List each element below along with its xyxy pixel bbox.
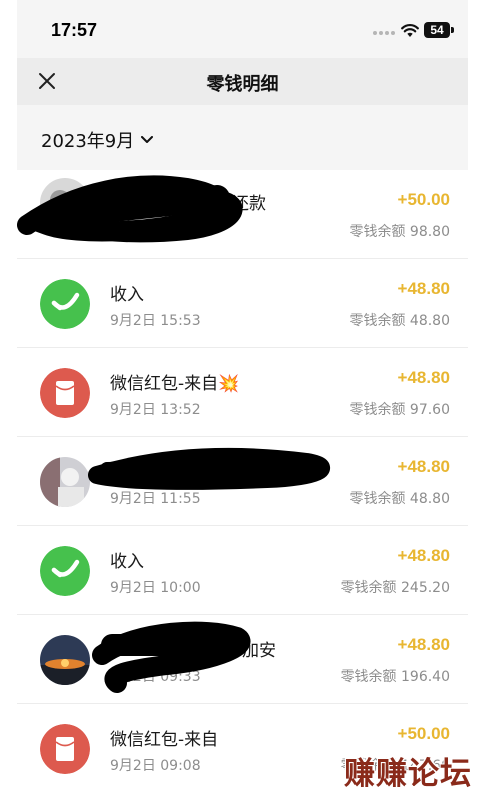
transaction-title: 微信红包-来自	[110, 730, 219, 750]
transaction-date: 9月2日 11:55	[110, 491, 201, 507]
month-filter-bar: 2023年9月	[17, 105, 468, 170]
transaction-title: 微信红包-来自💥	[110, 374, 240, 394]
user-photo-icon	[40, 635, 90, 685]
transaction-row[interactable]: 9月2日 11:55 +48.80 零钱余额 48.80	[17, 437, 468, 526]
transaction-balance: 零钱余额 97.60	[349, 402, 450, 418]
transaction-row[interactable]: 微信红包-来自💥 9月2日 13:52 +48.80 零钱余额 97.60	[17, 348, 468, 437]
nav-header: 零钱明细	[17, 58, 468, 105]
forum-watermark: 赚赚论坛	[344, 756, 472, 792]
avatar	[40, 635, 90, 685]
month-label: 2023年9月	[41, 131, 135, 152]
transaction-amount: +50.00	[397, 724, 450, 743]
battery-icon: 54	[424, 22, 450, 38]
wechat-pay-icon	[40, 279, 90, 329]
transaction-balance: 零钱余额 245.20	[340, 580, 450, 596]
transaction-amount: +48.80	[397, 635, 450, 654]
transaction-title: 收入	[110, 552, 144, 572]
status-time: 17:57	[51, 20, 98, 40]
user-photo-icon	[40, 178, 90, 228]
page-title: 零钱明细	[206, 74, 279, 95]
transaction-amount: +48.80	[397, 279, 450, 298]
transaction-date: 9月2日 09:08	[110, 758, 201, 774]
transaction-date: 9月2日 15:53	[110, 313, 201, 329]
avatar	[40, 457, 90, 507]
wifi-icon	[401, 24, 419, 37]
transaction-amount: +48.80	[397, 368, 450, 387]
red-envelope-icon	[40, 368, 90, 418]
transaction-amount: +50.00	[397, 190, 450, 209]
battery-nub	[451, 27, 454, 33]
transaction-amount: +48.80	[397, 457, 450, 476]
avatar	[40, 178, 90, 228]
transaction-list: 还款 +50.00 零钱余额 98.80 收入 9月2日 15:53 +48.8…	[17, 170, 468, 790]
user-photo-icon	[40, 457, 90, 507]
transaction-title: 收入	[110, 285, 144, 305]
transaction-row[interactable]: 还款 +50.00 零钱余额 98.80	[17, 170, 468, 259]
transaction-date: 9月2日 13:52	[110, 402, 201, 418]
month-selector[interactable]: 2023年9月	[41, 127, 154, 153]
avatar	[40, 279, 90, 329]
status-bar: 17:57 54	[17, 0, 468, 58]
transaction-row[interactable]: 收入 9月2日 10:00 +48.80 零钱余额 245.20	[17, 526, 468, 615]
transaction-balance: 零钱余额 48.80	[349, 313, 450, 329]
transaction-date: 9月2日 10:00	[110, 580, 201, 596]
transaction-title: 还款	[232, 194, 266, 214]
transaction-row[interactable]: 加安 9月2日 09:33 +48.80 零钱余额 196.40	[17, 615, 468, 704]
avatar	[40, 546, 90, 596]
app-screen: 17:57 54 零钱明细 2023年9月 还款 +50.00 零钱余额 98.…	[17, 0, 468, 790]
avatar	[40, 724, 90, 774]
wechat-pay-icon	[40, 546, 90, 596]
transaction-date: 9月2日 09:33	[110, 669, 201, 685]
transaction-title: 加安	[242, 641, 276, 661]
transaction-amount: +48.80	[397, 546, 450, 565]
transaction-balance: 零钱余额 98.80	[349, 224, 450, 240]
transaction-balance: 零钱余额 196.40	[340, 669, 450, 685]
transaction-balance: 零钱余额 48.80	[349, 491, 450, 507]
signal-dots-icon	[373, 31, 401, 37]
transaction-row[interactable]: 收入 9月2日 15:53 +48.80 零钱余额 48.80	[17, 259, 468, 348]
avatar	[40, 368, 90, 418]
red-envelope-icon	[40, 724, 90, 774]
chevron-down-icon	[141, 136, 154, 143]
